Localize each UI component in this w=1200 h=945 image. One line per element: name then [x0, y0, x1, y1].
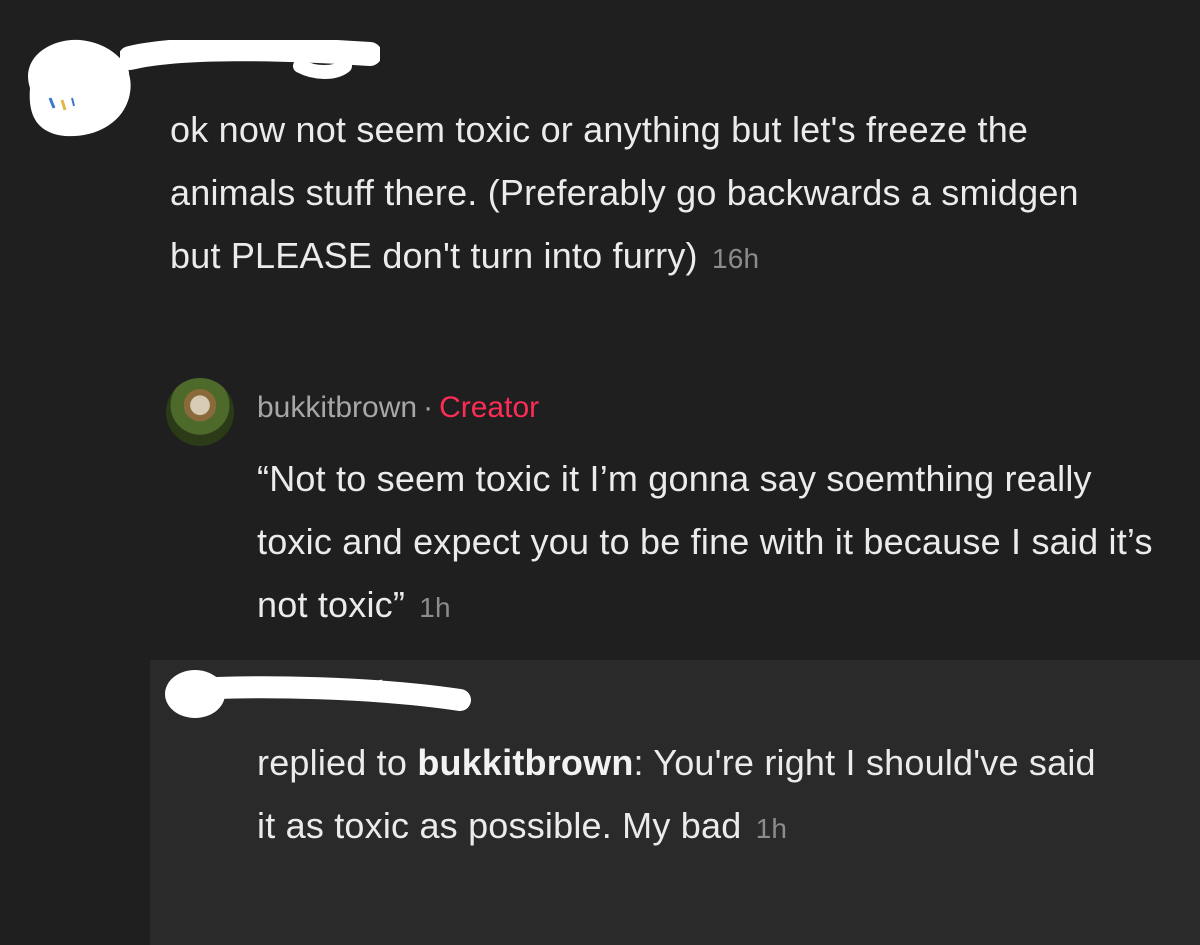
avatar[interactable] — [166, 378, 234, 446]
reply-timestamp: 1h — [419, 592, 451, 623]
redacted-username-scribble[interactable] — [120, 40, 380, 80]
reply-body: “Not to seem toxic it I’m gonna say soem… — [257, 447, 1157, 639]
redacted-username-scribble[interactable] — [140, 660, 480, 720]
comments-screen: ok now not seem toxic or anything but le… — [0, 0, 1200, 945]
replied-colon: : — [633, 742, 644, 783]
comment-text: ok now not seem toxic or anything but le… — [170, 109, 1079, 276]
creator-reply: bukkitbrown · Creator “Not to seem toxic i… — [0, 370, 1200, 660]
reply-text: “Not to seem toxic it I’m gonna say soem… — [257, 458, 1153, 625]
comment-body: ok now not seem toxic or anything but le… — [170, 98, 1130, 290]
creator-badge: Creator — [439, 391, 540, 424]
comment-timestamp: 16h — [711, 243, 760, 274]
separator-dot: · — [423, 391, 434, 424]
comment: ok now not seem toxic or anything but le… — [0, 0, 1200, 380]
reply-timestamp: 1h — [755, 813, 788, 844]
reply-username[interactable]: bukkitbrown — [257, 391, 417, 424]
reply-header: bukkitbrown · Creator — [257, 386, 539, 430]
replied-prefix: replied to — [257, 742, 408, 783]
highlighted-reply: replied to bukkitbrown: You're right I s… — [150, 660, 1200, 945]
redacted-avatar-scribble[interactable] — [10, 18, 138, 146]
reply-body: replied to bukkitbrown: You're right I s… — [257, 731, 1117, 860]
replied-to-username[interactable]: bukkitbrown — [417, 742, 633, 783]
